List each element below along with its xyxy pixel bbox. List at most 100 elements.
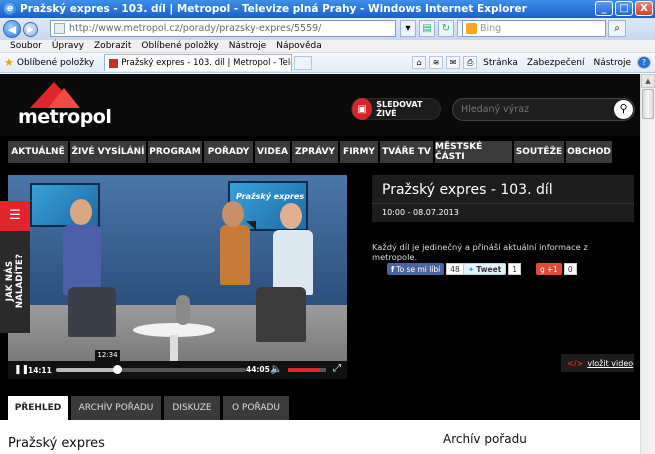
guest-middle-head	[222, 201, 244, 227]
url-field[interactable]: http://www.metropol.cz/porady/prazsky-ex…	[50, 20, 396, 37]
tab-archiv-poradu[interactable]: ARCHÍV POŘADU	[71, 396, 161, 420]
show-tabs: PŘEHLED ARCHÍV POŘADU DISKUZE O POŘADU	[8, 396, 292, 420]
tab-diskuze[interactable]: DISKUZE	[164, 396, 220, 420]
forward-button[interactable]: ▶	[23, 21, 38, 37]
facebook-like-button[interactable]: f To se mi líbí	[387, 263, 445, 275]
browser-tab[interactable]: Pražský expres - 103. díl | Metropol - T…	[104, 54, 293, 71]
favorites-star-icon[interactable]: ★	[4, 56, 14, 69]
browser-search-icon[interactable]: ⌕	[608, 20, 626, 37]
home-icon[interactable]: ⌂	[412, 56, 427, 69]
watch-live-label: SLEDOVAT ŽIVĚ	[376, 100, 423, 118]
video-player[interactable]: Pražský expres	[8, 175, 347, 379]
tab-o-poradu[interactable]: O POŘADU	[223, 396, 289, 420]
forward-arrow-icon: ▶	[27, 24, 34, 34]
facebook-icon: f	[391, 264, 395, 274]
seek-bar[interactable]	[56, 365, 246, 374]
menu-file[interactable]: Soubor	[10, 41, 42, 51]
nav-item-mestske-casti[interactable]: MĚSTSKÉ ČÁSTI	[435, 141, 512, 163]
wifi-icon: ☰	[0, 201, 30, 231]
gplus-count: 0	[563, 263, 577, 275]
main-nav: AKTUÁLNĚ ŽIVÉ VYSÍLÁNÍ PROGRAM POŘADY VI…	[8, 141, 614, 163]
scroll-thumb[interactable]	[642, 89, 654, 119]
browser-search-placeholder: Bing	[480, 23, 502, 34]
tab-prehled[interactable]: PŘEHLED	[8, 396, 68, 420]
nav-item-porady[interactable]: POŘADY	[204, 141, 253, 163]
favorites-button[interactable]: Oblíbené položky	[17, 58, 94, 68]
window-titlebar: e Pražský expres - 103. díl | Metropol -…	[0, 0, 655, 18]
gplus-label: +1	[546, 264, 558, 274]
refresh-icon[interactable]: ↻	[438, 20, 454, 37]
tweet: ✦ Tweet 1	[463, 263, 522, 275]
tweet-button[interactable]: ✦ Tweet	[463, 263, 507, 275]
bing-icon	[466, 23, 477, 34]
browser-search-field[interactable]: Bing	[462, 20, 606, 37]
tab-favicon-icon	[109, 58, 119, 68]
feeds-icon[interactable]: ≋	[429, 56, 444, 69]
section-heading-archive: Archív pořadu	[443, 432, 527, 446]
menu-favorites[interactable]: Oblíbené položky	[141, 41, 218, 51]
favorites-bar: ★ Oblíbené položky Pražský expres - 103.…	[0, 53, 655, 73]
back-button[interactable]: ◀	[3, 20, 21, 38]
tuning-side-tab[interactable]: ☰ JAK NÁS NALADÍTE?	[0, 201, 30, 333]
print-icon[interactable]: ⎙	[463, 56, 478, 69]
embed-video-button[interactable]: </> vložit video	[561, 354, 634, 372]
help-icon[interactable]: ?	[637, 56, 651, 69]
nav-item-videa[interactable]: VIDEA	[255, 141, 290, 163]
nav-item-aktualne[interactable]: AKTUÁLNĚ	[8, 141, 68, 163]
ie-logo-icon: e	[4, 3, 16, 15]
studio-screen-text: Pražský expres	[236, 192, 305, 201]
window-title: Pražský expres - 103. díl | Metropol - T…	[20, 3, 527, 15]
maximize-button[interactable]: □	[615, 1, 633, 16]
menu-view[interactable]: Zobrazit	[94, 41, 131, 51]
logo-text: metropol	[18, 106, 112, 128]
watch-live-button[interactable]: ▣ SLEDOVAT ŽIVĚ	[351, 98, 441, 120]
compat-view-icon[interactable]: ▤	[419, 20, 435, 37]
tools-menu[interactable]: Nástroje	[593, 58, 631, 68]
facebook-like-count: 48	[446, 263, 464, 275]
tuning-side-tab-label: JAK NÁS NALADÍTE?	[5, 253, 25, 309]
back-arrow-icon: ◀	[7, 22, 17, 36]
page-menu[interactable]: Stránka	[483, 58, 518, 68]
nav-item-souteze[interactable]: SOUTĚŽE	[514, 141, 564, 163]
gplus-icon: g	[540, 264, 545, 274]
dropdown-icon[interactable]: ▾	[400, 20, 416, 37]
menu-tools[interactable]: Nástroje	[229, 41, 267, 51]
gplus-button[interactable]: g +1	[536, 263, 562, 275]
volume-level	[288, 368, 321, 372]
facebook-like-label: To se mi líbí	[396, 264, 441, 274]
menu-help[interactable]: Nápověda	[276, 41, 322, 51]
host-right-head	[280, 203, 302, 229]
fullscreen-icon[interactable]: ⤢	[333, 363, 341, 374]
seek-handle[interactable]	[113, 365, 123, 374]
page-scrollbar[interactable]: ▲	[640, 74, 655, 454]
close-button[interactable]: X	[635, 1, 653, 16]
nav-item-zpravy[interactable]: ZPRÁVY	[292, 141, 338, 163]
menu-edit[interactable]: Úpravy	[52, 41, 84, 51]
page-viewport: metropol ▣ SLEDOVAT ŽIVĚ ⚲ AKTUÁLNĚ ŽIVÉ…	[0, 74, 640, 454]
nav-item-firmy[interactable]: FIRMY	[340, 141, 378, 163]
url-text: http://www.metropol.cz/porady/prazsky-ex…	[69, 23, 322, 34]
tv-icon: ▣	[352, 98, 373, 120]
gplus: g +1 0	[536, 263, 577, 275]
pause-icon[interactable]: ❚❚	[14, 365, 29, 375]
mail-icon[interactable]: ✉	[446, 56, 461, 69]
nav-item-obchod[interactable]: OBCHOD	[566, 141, 612, 163]
nav-item-program[interactable]: PROGRAM	[148, 141, 202, 163]
episode-header: Pražský expres - 103. díl 10:00 - 08.07.…	[372, 175, 634, 222]
volume-slider[interactable]	[288, 368, 326, 372]
nav-item-tvare-tv[interactable]: TVÁŘE TV	[380, 141, 433, 163]
scroll-up-icon[interactable]: ▲	[641, 74, 655, 88]
minimize-button[interactable]: _	[595, 1, 613, 16]
embed-video-label: vložit video	[587, 358, 634, 368]
address-bar: ◀ ▶ http://www.metropol.cz/porady/prazsk…	[0, 18, 655, 40]
volume-icon[interactable]: 🔈	[270, 364, 282, 375]
table-sculpture	[176, 295, 190, 325]
current-time: 14:11	[28, 365, 52, 375]
search-icon[interactable]: ⚲	[614, 100, 633, 119]
site-logo[interactable]: metropol	[18, 82, 112, 128]
code-icon: </>	[567, 358, 584, 368]
new-tab-button[interactable]	[294, 55, 313, 70]
security-menu[interactable]: Zabezpečení	[527, 58, 585, 68]
nav-item-zive-vysilani[interactable]: ŽIVÉ VYSÍLÁNÍ	[70, 141, 146, 163]
site-search-input[interactable]	[461, 104, 611, 115]
